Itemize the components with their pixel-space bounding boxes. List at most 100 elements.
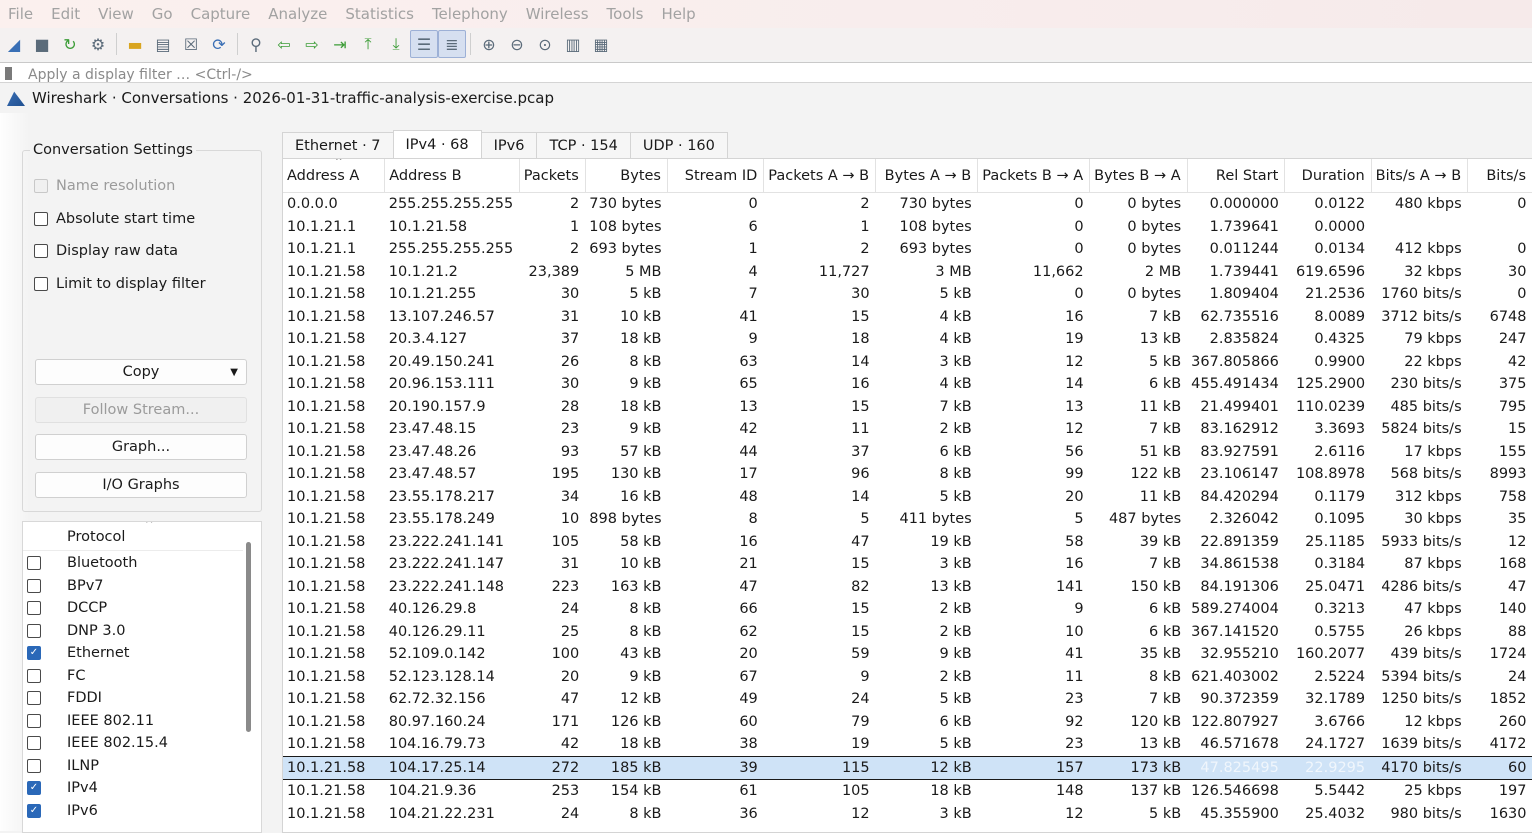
menu-view[interactable]: View (98, 5, 134, 23)
open-file-icon[interactable]: ▬ (121, 30, 149, 58)
column-header[interactable]: Rel Start (1187, 159, 1286, 193)
menu-analyze[interactable]: Analyze (268, 5, 327, 23)
tab-ipv6[interactable]: IPv6 (480, 132, 538, 158)
table-row[interactable]: 10.1.21.58 13.107.246.57 31 10 kB 41 15 4 kB 16… (283, 306, 1532, 329)
go-forward-icon[interactable]: ⇨ (298, 30, 326, 58)
protocol-checkbox[interactable] (27, 668, 41, 683)
tab-ipv4[interactable]: IPv4 · 68 (392, 130, 482, 158)
menu-go[interactable]: Go (152, 5, 173, 23)
table-row[interactable]: 10.1.21.58 23.47.48.26 93 57 kB 44 37 6 kB 56 51… (283, 441, 1532, 464)
protocol-item-dccp[interactable]: DCCP (23, 597, 241, 619)
table-row[interactable]: 10.1.21.58 23.222.241.147 31 10 kB 21 15 3 kB 1… (283, 553, 1532, 576)
table-row[interactable]: 10.1.21.58 20.190.157.9 28 18 kB 13 15 7 kB 13 1… (283, 396, 1532, 419)
go-to-packet-icon[interactable]: ⇥ (326, 30, 354, 58)
table-row[interactable]: 10.1.21.58 23.55.178.249 10 898 bytes 8 5 411 … (283, 508, 1532, 531)
table-row[interactable]: 10.1.21.58 23.222.241.148 223 163 kB 47 82 13 … (283, 576, 1532, 599)
table-row[interactable]: 10.1.21.58 23.222.241.141 105 58 kB 16 47 19 k… (283, 531, 1532, 554)
protocol-item-ieee-802-15-4[interactable]: IEEE 802.15.4 (23, 732, 241, 754)
protocol-checkbox[interactable] (27, 758, 41, 773)
protocol-list-scrollbar[interactable] (246, 542, 251, 732)
column-header[interactable]: Bytes A → B (875, 159, 979, 193)
protocol-item-bpv7[interactable]: BPv7 (23, 575, 241, 597)
stop-capture-icon[interactable]: ■ (28, 30, 56, 58)
table-row[interactable]: 10.1.21.58 52.109.0.142 100 43 kB 20 59 9 kB 41… (283, 643, 1532, 666)
display-filter-bar[interactable]: Apply a display filter … <Ctrl-/> (0, 62, 1532, 83)
column-header[interactable]: Bits/s A → B (1371, 159, 1469, 193)
reload-file-icon[interactable]: ⟳ (205, 30, 233, 58)
protocol-list-header[interactable]: Protocol ^ (23, 522, 243, 551)
protocol-checkbox[interactable]: ✓ (27, 803, 41, 818)
table-row[interactable]: 10.1.21.58 10.1.21.2 23,389 5 MB 4 11,727 3 MB… (283, 261, 1532, 284)
protocol-item-ieee-802-11[interactable]: IEEE 802.11 (23, 710, 241, 732)
absolute-start-time-checkbox[interactable] (34, 212, 48, 226)
copy-button[interactable]: Copy ▼ (35, 359, 247, 385)
go-back-icon[interactable]: ⇦ (270, 30, 298, 58)
table-row[interactable]: 10.1.21.58 104.17.25.14 272 185 kB 39 115 12 k… (283, 755, 1532, 780)
limit-to-display-filter-option[interactable]: Limit to display filter (34, 276, 206, 292)
go-first-icon[interactable]: ⤒ (354, 30, 382, 58)
menu-file[interactable]: File (8, 5, 33, 23)
table-row[interactable]: 10.1.21.58 40.126.29.8 24 8 kB 66 15 2 kB 9 6 kB… (283, 598, 1532, 621)
protocol-checkbox[interactable] (27, 556, 41, 570)
conversation-table[interactable]: Address A ^ Address B Packets Bytes Stream ID… (282, 158, 1532, 833)
column-header[interactable]: Packets A → B (763, 159, 877, 193)
table-row[interactable]: 10.1.21.58 23.47.48.57 195 130 kB 17 96 8 kB 99… (283, 463, 1532, 486)
protocol-checkbox[interactable]: ✓ (27, 646, 41, 660)
column-header[interactable]: Address A ^ (283, 159, 386, 193)
protocol-item-ipv4[interactable]: ✓ IPv4 (23, 777, 241, 799)
go-last-icon[interactable]: ⤓ (382, 30, 410, 58)
io-graphs-button[interactable]: I/O Graphs (35, 472, 247, 498)
table-row[interactable]: 10.1.21.58 40.126.29.11 25 8 kB 62 15 2 kB 10 6 … (283, 621, 1532, 644)
save-file-icon[interactable]: ▤ (149, 30, 177, 58)
display-raw-data-checkbox[interactable] (34, 244, 48, 258)
protocol-checkbox[interactable] (27, 691, 41, 705)
column-header[interactable]: Bytes (585, 159, 669, 193)
column-header[interactable]: Address B (384, 159, 520, 193)
table-row[interactable]: 10.1.21.58 10.1.21.255 30 5 kB 7 30 5 kB 0 0 byt… (283, 283, 1532, 306)
protocol-checkbox[interactable] (27, 736, 41, 750)
protocol-item-dnp-3-0[interactable]: DNP 3.0 (23, 620, 241, 642)
display-raw-data-option[interactable]: Display raw data (34, 243, 178, 259)
zoom-in-icon[interactable]: ⊕ (475, 30, 503, 58)
table-row[interactable]: 10.1.21.58 62.72.32.156 47 12 kB 49 24 5 kB 23 7… (283, 688, 1532, 711)
menu-statistics[interactable]: Statistics (345, 5, 414, 23)
table-row[interactable]: 10.1.21.58 23.55.178.217 34 16 kB 48 14 5 kB 20… (283, 486, 1532, 509)
table-row[interactable]: 10.1.21.58 20.96.153.111 30 9 kB 65 16 4 kB 14 6… (283, 373, 1532, 396)
protocol-checkbox[interactable] (27, 578, 41, 593)
zoom-out-icon[interactable]: ⊖ (503, 30, 531, 58)
protocol-item-fddi[interactable]: FDDI (23, 687, 241, 709)
menu-tools[interactable]: Tools (607, 5, 644, 23)
protocol-item-ipv6[interactable]: ✓ IPv6 (23, 800, 241, 822)
table-row[interactable]: 10.1.21.58 104.21.22.231 24 8 kB 36 12 3 kB 12 5… (283, 803, 1532, 826)
column-header[interactable]: Packets (519, 159, 586, 193)
find-packet-icon[interactable]: ⚲ (242, 30, 270, 58)
display-filter-input[interactable]: Apply a display filter … <Ctrl-/> (28, 67, 253, 83)
menu-telephony[interactable]: Telephony (432, 5, 508, 23)
table-row[interactable]: 10.1.21.58 20.3.4.127 37 18 kB 9 18 4 kB 19 13 k… (283, 328, 1532, 351)
capture-options-icon[interactable]: ⚙ (84, 30, 112, 58)
table-row[interactable]: 10.1.21.1 10.1.21.58 1 108 bytes 6 1 108 bytes… (283, 216, 1532, 239)
protocol-item-ethernet[interactable]: ✓ Ethernet (23, 642, 241, 664)
close-file-icon[interactable]: ☒ (177, 30, 205, 58)
column-header[interactable]: Stream ID (667, 159, 765, 193)
column-header[interactable]: Bytes B → A (1089, 159, 1188, 193)
follow-stream-button[interactable]: Follow Stream... (35, 397, 247, 423)
tab-ethernet[interactable]: Ethernet · 7 (282, 132, 394, 158)
menu-edit[interactable]: Edit (51, 5, 80, 23)
protocol-item-fc[interactable]: FC (23, 665, 241, 687)
column-header[interactable]: Bits/s (1467, 159, 1532, 193)
menu-help[interactable]: Help (661, 5, 695, 23)
menu-wireless[interactable]: Wireless (526, 5, 589, 23)
column-header[interactable]: Duration (1284, 159, 1372, 193)
table-row[interactable]: 10.1.21.58 80.97.160.24 171 126 kB 60 79 6 kB 9… (283, 711, 1532, 734)
table-row[interactable]: 10.1.21.58 23.47.48.15 23 9 kB 42 11 2 kB 12 7 k… (283, 418, 1532, 441)
table-row[interactable]: 10.1.21.58 52.123.128.14 20 9 kB 67 9 2 kB 11 8 … (283, 666, 1532, 689)
protocol-checkbox[interactable] (27, 623, 41, 638)
colorize-icon[interactable]: ≣ (438, 30, 466, 58)
protocol-column-header[interactable]: Protocol (67, 529, 125, 545)
table-row[interactable]: 10.1.21.58 20.49.150.241 26 8 kB 63 14 3 kB 12 5… (283, 351, 1532, 374)
table-row[interactable]: 0.0.0.0 255.255.255.255 2 730 bytes 0 2 730 by… (283, 193, 1532, 216)
resize-columns-icon[interactable]: ▥ (559, 30, 587, 58)
tab-tcp[interactable]: TCP · 154 (536, 132, 631, 158)
protocol-list[interactable]: Protocol ^ Bluetooth BPv7 DCCP DNP 3.0 ✓ Ethe… (22, 521, 262, 833)
